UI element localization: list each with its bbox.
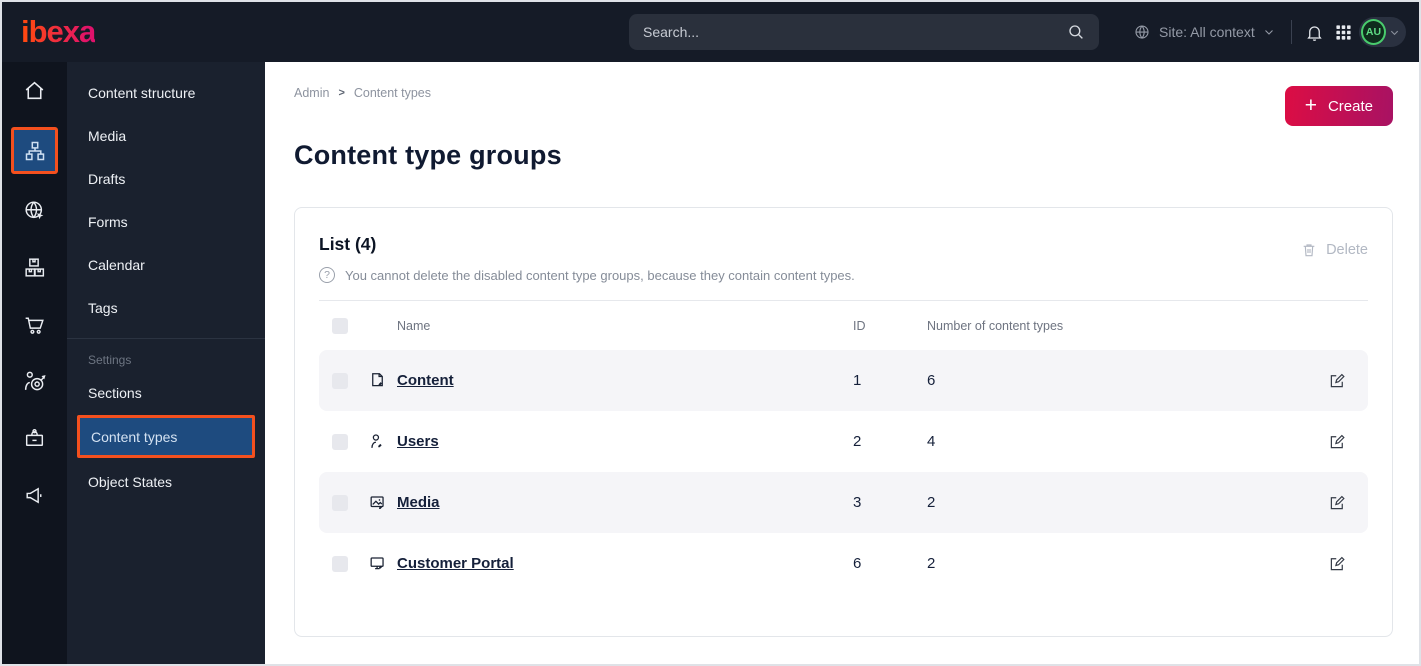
help-question-icon: ? <box>319 267 335 283</box>
edit-button[interactable] <box>1319 485 1355 521</box>
table-row: Customer Portal 6 2 <box>319 533 1368 594</box>
app-switcher-grid-icon[interactable] <box>1335 2 1352 62</box>
notifications-bell-icon[interactable] <box>1305 2 1324 62</box>
table-row: Content 1 6 <box>319 350 1368 411</box>
column-header-id: ID <box>853 318 866 333</box>
nav-content-sitemap-icon[interactable] <box>2 122 67 179</box>
create-button-label: Create <box>1327 97 1373 115</box>
sidebar-item-label: Content types <box>91 428 178 445</box>
sidebar-item-label: Forms <box>88 213 128 230</box>
breadcrumb-separator: > <box>338 87 345 99</box>
edit-button[interactable] <box>1319 424 1355 460</box>
group-count: 2 <box>927 494 936 511</box>
group-id: 6 <box>853 555 862 572</box>
group-link[interactable]: Content <box>397 372 454 389</box>
main-content: Admin > Content types + Create Content t… <box>265 62 1419 664</box>
sidebar-item-label: Calendar <box>88 256 145 273</box>
chevron-down-icon <box>1389 27 1400 38</box>
sidebar-item-media[interactable]: Media <box>67 114 265 157</box>
app-window: ibexa Site: All context AU <box>0 0 1421 666</box>
group-link[interactable]: Users <box>397 433 439 450</box>
sidebar-item-label: Tags <box>88 299 118 316</box>
ibexa-logo[interactable]: ibexa <box>21 14 96 50</box>
delete-button-label: Delete <box>1326 242 1368 258</box>
sidebar-divider <box>67 338 265 339</box>
trash-icon <box>1301 242 1317 258</box>
nav-campaigns-megaphone-icon[interactable] <box>2 467 67 524</box>
sidebar-item-content-structure[interactable]: Content structure <box>67 71 265 114</box>
sidebar-item-drafts[interactable]: Drafts <box>67 157 265 200</box>
nav-products-boxes-icon[interactable] <box>2 239 67 296</box>
table-header-row: Name ID Number of content types <box>319 301 1368 350</box>
group-id: 3 <box>853 494 862 511</box>
content-type-groups-card: List (4) ? You cannot delete the disable… <box>294 207 1393 637</box>
chevron-down-icon <box>1263 26 1275 38</box>
info-text: You cannot delete the disabled content t… <box>345 267 855 283</box>
breadcrumb-admin[interactable]: Admin <box>294 86 329 100</box>
row-checkbox[interactable] <box>332 555 348 572</box>
group-id: 1 <box>853 372 862 389</box>
group-count: 2 <box>927 555 936 572</box>
list-title: List (4) <box>319 234 377 254</box>
content-file-icon <box>368 371 397 390</box>
site-context-label: Site: All context <box>1159 24 1255 40</box>
plus-icon: + <box>1304 93 1317 117</box>
nav-selected-highlight <box>11 127 58 174</box>
row-checkbox[interactable] <box>332 494 348 511</box>
column-header-count: Number of content types <box>927 318 1064 333</box>
site-context-selector[interactable]: Site: All context <box>1133 2 1275 62</box>
group-count: 6 <box>927 372 936 389</box>
sidebar-item-label: Drafts <box>88 170 126 187</box>
main-nav-rail <box>2 62 67 664</box>
row-checkbox[interactable] <box>332 372 348 389</box>
sidebar-item-object-states[interactable]: Object States <box>67 460 265 503</box>
sidebar-item-sections[interactable]: Sections <box>67 371 265 414</box>
nav-admin-badge-icon[interactable] <box>2 410 67 467</box>
sidebar-item-label: Content structure <box>88 84 196 101</box>
group-link[interactable]: Customer Portal <box>397 555 514 572</box>
edit-button[interactable] <box>1319 363 1355 399</box>
nav-dashboard-home-icon[interactable] <box>2 62 67 119</box>
delete-button[interactable]: Delete <box>1301 242 1368 258</box>
search-input[interactable] <box>643 24 1067 40</box>
content-sidebar: Content structure Media Drafts Forms Cal… <box>67 62 265 664</box>
info-message: ? You cannot delete the disabled content… <box>319 267 855 283</box>
group-link[interactable]: Media <box>397 494 440 511</box>
column-header-name: Name <box>397 318 431 333</box>
table-row: Media 3 2 <box>319 472 1368 533</box>
monitor-icon <box>368 554 397 573</box>
breadcrumb: Admin > Content types <box>294 86 431 100</box>
sidebar-item-label: Object States <box>88 473 173 490</box>
nav-personalization-target-icon[interactable] <box>2 353 67 410</box>
global-search[interactable] <box>629 14 1099 50</box>
sidebar-item-calendar[interactable]: Calendar <box>67 243 265 286</box>
edit-button[interactable] <box>1319 546 1355 582</box>
image-icon <box>368 493 397 512</box>
group-count: 4 <box>927 433 936 450</box>
select-all-checkbox[interactable] <box>332 317 348 334</box>
avatar: AU <box>1361 19 1386 45</box>
create-button[interactable]: + Create <box>1284 86 1393 126</box>
group-id: 2 <box>853 433 862 450</box>
sidebar-item-label: Media <box>88 127 127 144</box>
sidebar-item-forms[interactable]: Forms <box>67 200 265 243</box>
top-bar: ibexa Site: All context AU <box>2 2 1419 62</box>
nav-site-globe-icon[interactable] <box>2 182 67 239</box>
content-type-groups-table: Name ID Number of content types Content … <box>319 300 1368 594</box>
page-title: Content type groups <box>294 140 562 170</box>
sidebar-item-content-types[interactable]: Content types <box>77 415 255 458</box>
sidebar-settings-label: Settings <box>88 353 132 367</box>
nav-commerce-cart-icon[interactable] <box>2 296 67 353</box>
sidebar-item-label: Sections <box>88 384 142 401</box>
row-checkbox[interactable] <box>332 433 348 450</box>
user-icon <box>368 432 397 451</box>
user-menu[interactable]: AU <box>1359 17 1406 47</box>
search-icon[interactable] <box>1067 23 1085 41</box>
topbar-divider <box>1291 20 1292 44</box>
table-row: Users 2 4 <box>319 411 1368 472</box>
globe-icon <box>1133 23 1151 41</box>
breadcrumb-content-types[interactable]: Content types <box>354 86 431 100</box>
sidebar-item-tags[interactable]: Tags <box>67 286 265 329</box>
